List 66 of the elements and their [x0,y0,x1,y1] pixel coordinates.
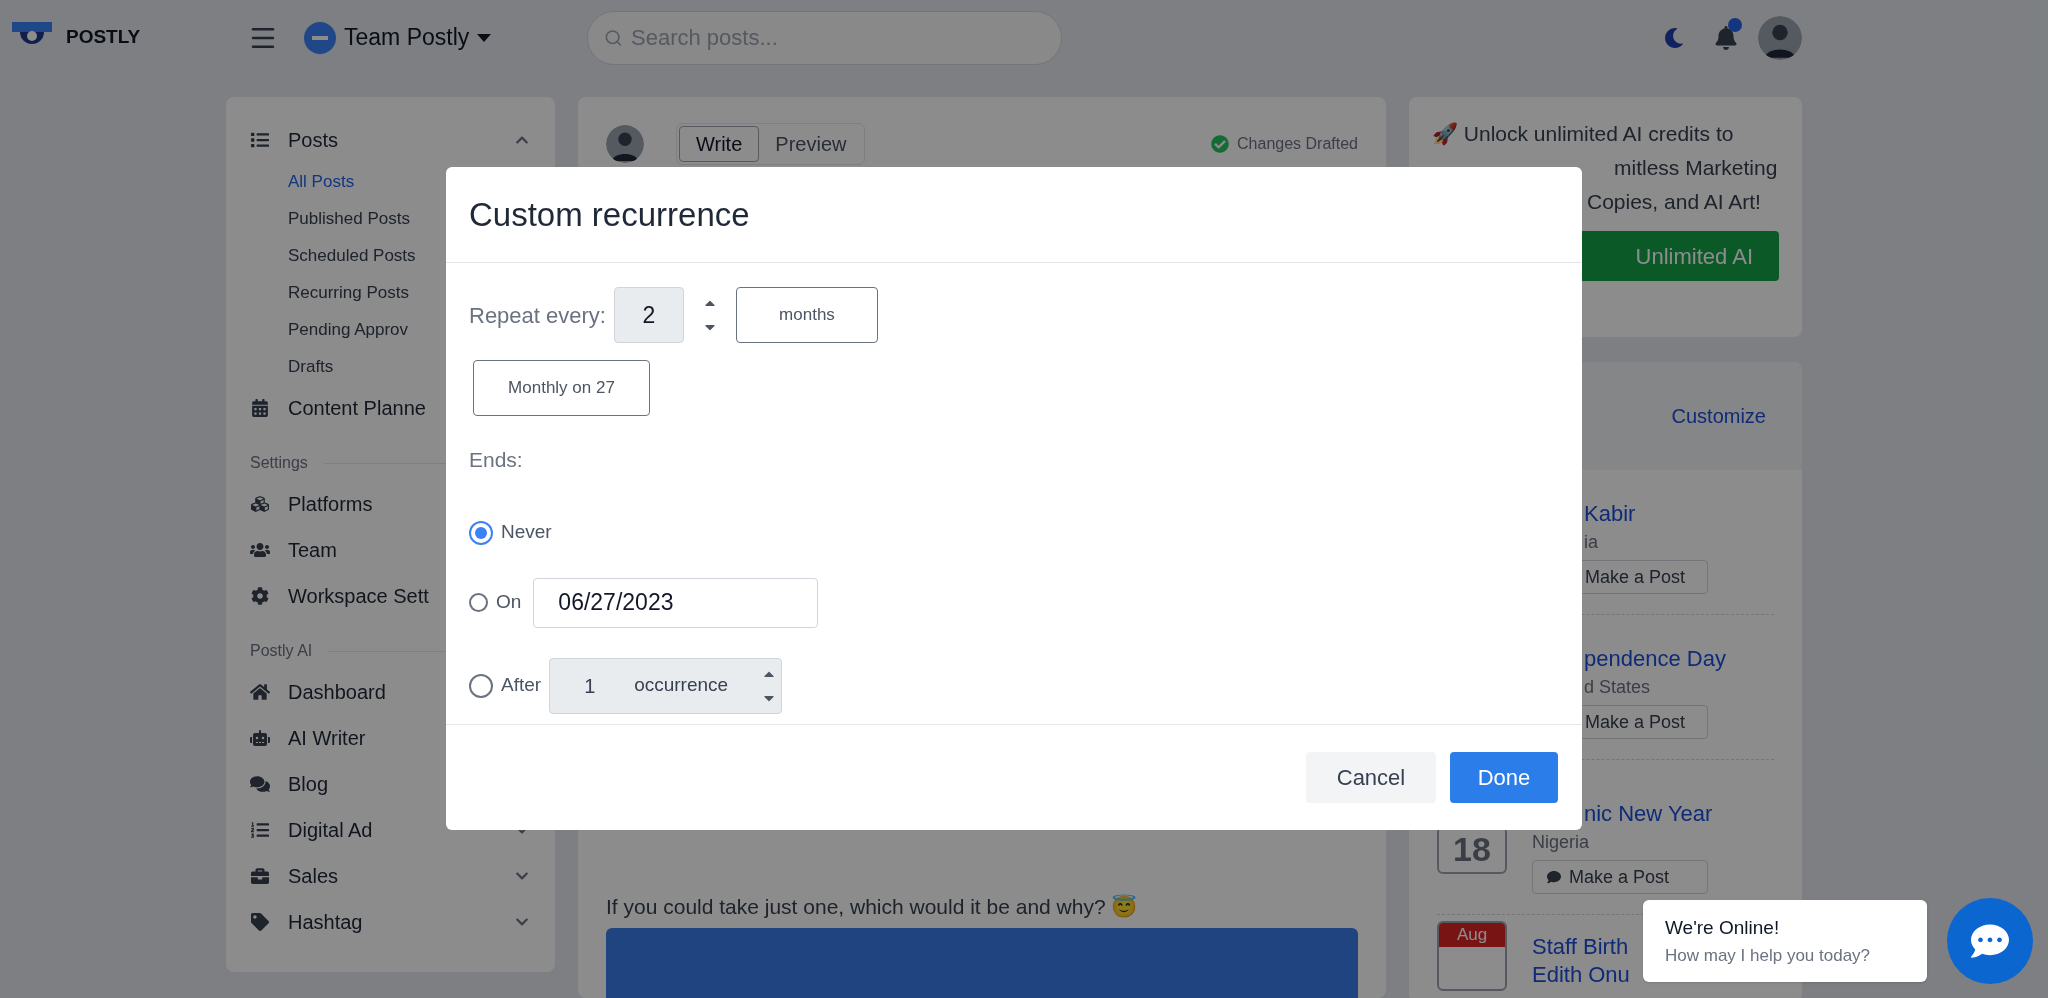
avatar [606,125,644,163]
unit-select[interactable]: months [735,287,878,343]
calendar-icon [250,399,270,417]
avatar [1758,15,1802,60]
sidebar-item[interactable]: Hashtag [250,899,529,945]
cancel-button[interactable]: Cancel [1306,752,1436,803]
radio-button[interactable] [469,673,493,698]
event-country: Nigeria [1532,831,1590,854]
list-icon [250,131,270,149]
section-heading: Settings [250,453,308,473]
pattern-select[interactable]: Monthly on 27 [473,360,650,416]
logo-text: POSTLY [66,25,141,50]
briefcase-icon [250,867,270,885]
date-month: Aug [1439,923,1505,947]
notification-icon[interactable] [1714,25,1738,50]
event-country: d States [1583,676,1651,699]
section-heading: Postly AI [250,641,313,661]
gear-icon [250,587,270,605]
option-label: On [496,590,522,615]
team-name: Team Postly [344,23,470,53]
promo-text: 🚀 Unlock unlimited AI credits to [1432,121,1735,148]
numbered-list-icon [250,821,270,839]
make-post-button[interactable]: Make a Post [1532,860,1708,894]
search-icon [604,27,624,48]
occurrence-field[interactable]: 1 occurrence [549,657,783,714]
users-icon [250,541,270,559]
interval-field[interactable]: 2 [613,287,684,343]
repeat-label: Repeat every: [469,301,606,330]
radio-button[interactable] [469,593,488,612]
robot-icon [250,729,270,747]
chat-subtitle: How may I help you today? [1665,944,1872,967]
event-title[interactable]: Staff Birth [1532,933,1629,961]
cubes-icon [250,495,270,513]
sidebar-item[interactable]: Posts [250,117,529,163]
check-icon [1211,135,1230,153]
sidebar-item[interactable]: Blog [250,761,529,807]
dialog-title: Custom recurrence [469,194,750,235]
draft-status: Changes Drafted [1237,134,1358,154]
event-title[interactable]: Edith Onu [1532,961,1630,989]
sidebar-item[interactable]: AI Writer [250,715,529,761]
tag-icon [250,913,270,931]
customize-link[interactable]: Customize [1671,401,1766,431]
promo-text: mitless Marketing [1613,155,1779,181]
post-text: If you could take just one, which would it be and why? 😇 [606,893,1139,920]
chat-title: We're Online! [1665,916,1781,940]
team-logo-icon [304,21,336,54]
house-icon [250,683,270,701]
caret-icon [477,33,492,42]
radio-button[interactable] [469,520,493,545]
team-switcher[interactable]: Team Postly [304,20,492,55]
end-date-field[interactable]: 06/27/2023 [533,577,819,628]
ends-label: Ends: [469,447,524,473]
chat-bubble[interactable]: We're Online! How may I help you today? [1643,900,1927,982]
editor-tab[interactable]: Preview [759,126,863,162]
done-button[interactable]: Done [1450,752,1558,803]
event-country: ia [1583,531,1598,554]
chat-icon[interactable] [1971,922,2009,960]
comment-icon [1547,870,1561,884]
sidebar-item[interactable]: Sales [250,853,529,899]
promo-text: Copies, and AI Art! [1586,189,1762,215]
date-day: 18 [1453,828,1491,870]
option-label: After [501,673,542,698]
moon-icon[interactable] [1664,27,1684,48]
option-label: Never [501,520,552,545]
editor-tab[interactable]: Write [679,126,760,162]
chat-bubbles-icon [250,775,270,793]
